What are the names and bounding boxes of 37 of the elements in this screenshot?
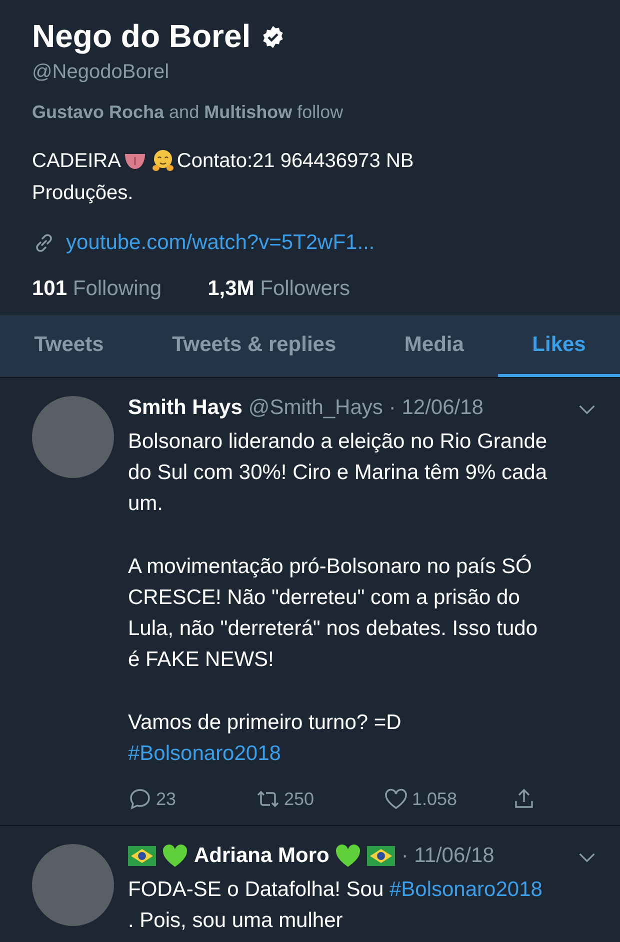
profile-link[interactable]: youtube.com/watch?v=5T2wF1...	[66, 231, 375, 255]
tweet-date: · 11/06/18	[401, 844, 494, 868]
tweet-author-name: Smith Hays	[128, 396, 242, 420]
like-heart-icon[interactable]	[384, 787, 408, 811]
flag-icon	[128, 846, 156, 866]
profile-tab[interactable]: Media	[370, 315, 498, 377]
heart-icon	[162, 844, 188, 868]
tweet-text: FODA-SE o Datafolha! Sou #Bolsonaro2018 . Pois, sou uma mulher	[128, 877, 544, 934]
reply-count: 23	[156, 788, 176, 810]
chevron-down-icon[interactable]	[578, 852, 596, 863]
tweet-text: Vamos de primeiro turno? =D #Bolsonaro2018	[128, 710, 402, 767]
profile-tab[interactable]: Tweets & replies	[138, 315, 370, 377]
bio-text: Produções.	[32, 181, 134, 206]
hashtag-link[interactable]: #Bolsonaro2018	[389, 878, 542, 901]
bio-text: Contato:21 964436973 NB	[176, 149, 414, 174]
follow-count[interactable]: 1,3M Followers	[208, 277, 350, 301]
flag-icon	[367, 846, 396, 866]
tweet-text: Bolsonaro liderando a eleição no Rio Grande do Sul com 30%! Ciro e Marina têm 9% cada um.	[128, 429, 548, 517]
like-count: 1.058	[412, 788, 458, 810]
profile-tab[interactable]: Tweets	[0, 315, 138, 377]
followed-by-text: Gustavo Rocha and Multishow follow	[32, 102, 344, 123]
reply-icon[interactable]	[128, 787, 152, 811]
hashtag-link[interactable]: #Bolsonaro2018	[128, 742, 281, 765]
chevron-down-icon[interactable]	[578, 404, 596, 415]
profile-tab[interactable]: Likes	[498, 315, 620, 377]
tweet-text: A movimentação pró-Bolsonaro no país SÓ CRESCE! Não "derreteu" com a prisão do Lula, não "derreterá" nos debates. Isso tudo é FAKE NEWS!	[128, 554, 539, 673]
heart-icon	[335, 844, 362, 868]
profile-handle: @NegodoBorel	[32, 61, 170, 84]
share-icon[interactable]	[512, 787, 536, 811]
tweet-date: · 12/06/18	[388, 396, 484, 420]
retweet-count: 250	[284, 788, 314, 810]
follow-count[interactable]: 101 Following	[32, 277, 162, 301]
profile-name: Nego do Borel	[32, 18, 251, 55]
tweet-author-handle: @Smith_Hays	[248, 396, 383, 420]
bio-text: CADEIRA	[32, 149, 121, 174]
hugging-face-icon	[150, 149, 176, 173]
tweet-author-name: Adriana Moro	[194, 844, 330, 868]
